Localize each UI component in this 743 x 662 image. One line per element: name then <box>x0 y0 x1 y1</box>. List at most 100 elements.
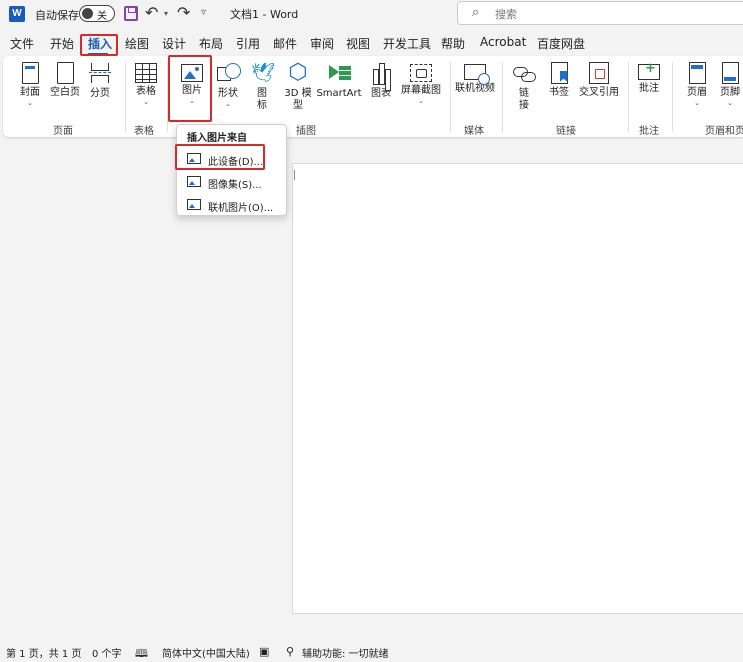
search-placeholder: 搜索 <box>495 8 517 21</box>
3d-models-button[interactable]: ⬡ 3D 模 型 <box>283 61 313 112</box>
title-bar: W 自动保存 关 ↶ ▾ ↷ ▿ 文档1 - Word ⌕ 搜索 <box>0 0 743 28</box>
language-indicator[interactable]: 简体中文(中国大陆) <box>162 645 250 660</box>
chevron-down-icon: ⌄ <box>694 99 700 107</box>
header-icon <box>688 62 706 84</box>
cover-page-button[interactable]: 封面 ⌄ <box>13 61 47 108</box>
screenshot-label: 屏幕截图 <box>401 85 441 96</box>
page-break-icon <box>89 61 111 85</box>
comments-group-label: 批注 <box>639 126 659 137</box>
comment-button[interactable]: 批注 <box>635 61 663 95</box>
blank-page-button[interactable]: 空白页 <box>47 61 83 99</box>
active-tab-indicator <box>88 53 108 55</box>
tab-view[interactable]: 视图 <box>346 35 370 52</box>
search-input[interactable]: ⌕ 搜索 <box>457 1 743 25</box>
page-break-button[interactable]: 分页 <box>85 61 115 100</box>
header-button[interactable]: 页眉 ⌄ <box>683 61 711 108</box>
smartart-label: SmartArt <box>316 88 362 99</box>
menu-item-this-device[interactable]: 此设备(D)... <box>179 149 285 169</box>
table-label: 表格 <box>136 86 156 97</box>
link-label-top: 链 <box>519 88 529 99</box>
pictures-button[interactable]: 图片 ⌄ <box>177 61 207 106</box>
menu-item-online-pictures[interactable]: 联机图片(O)... <box>179 195 285 215</box>
comment-label: 批注 <box>639 83 659 94</box>
shapes-button[interactable]: 形状 ⌄ <box>213 61 243 109</box>
tab-mailings[interactable]: 邮件 <box>273 35 297 52</box>
redo-icon[interactable]: ↷ <box>177 3 190 22</box>
group-divider <box>450 62 451 132</box>
menu-item-label: 此设备(D)... <box>208 157 264 168</box>
customize-qat-icon[interactable]: ▿ <box>201 7 206 18</box>
undo-icon[interactable]: ↶ <box>145 3 158 22</box>
cross-reference-icon <box>589 62 609 84</box>
autosave-label: 自动保存 <box>35 9 79 22</box>
tab-file[interactable]: 文件 <box>10 35 34 52</box>
cover-page-icon <box>21 62 39 84</box>
page-count[interactable]: 第 1 页，共 1 页 <box>6 645 81 660</box>
cube-icon: ⬡ <box>288 60 308 85</box>
bookmark-button[interactable]: 书签 <box>545 61 573 99</box>
picture-icon <box>187 176 201 187</box>
shapes-label: 形状 <box>218 88 238 99</box>
tab-insert[interactable]: 插入 <box>88 35 112 52</box>
page-break-label: 分页 <box>90 88 110 99</box>
chart-button[interactable]: 图表 <box>367 61 395 100</box>
header-label: 页眉 <box>687 87 707 98</box>
picture-icon <box>181 64 203 82</box>
pages-group-label: 页面 <box>53 126 73 137</box>
screenshot-icon <box>410 64 432 82</box>
link-button[interactable]: 链 接 <box>511 61 537 112</box>
menu-item-label: 图像集(S)... <box>208 180 262 191</box>
tab-draw[interactable]: 绘图 <box>125 35 149 52</box>
3d-models-label-top: 3D 模 <box>284 88 312 99</box>
autosave-toggle[interactable]: 关 <box>79 5 115 22</box>
text-predictions-icon[interactable]: ▣ <box>259 645 269 658</box>
ribbon-tabs: 文件 开始 插入 绘图 设计 布局 引用 邮件 审阅 视图 开发工具 帮助 Ac… <box>0 30 743 55</box>
menu-item-label: 联机图片(O)... <box>208 203 274 214</box>
tab-baidu-netdisk[interactable]: 百度网盘 <box>537 35 585 52</box>
tab-developer[interactable]: 开发工具 <box>383 35 431 52</box>
icons-label-bottom: 标 <box>257 100 267 111</box>
tab-references[interactable]: 引用 <box>236 35 260 52</box>
search-icon: ⌕ <box>472 5 480 20</box>
tab-acrobat[interactable]: Acrobat <box>480 35 526 49</box>
tab-home[interactable]: 开始 <box>50 35 74 52</box>
ribbon: 封面 ⌄ 空白页 分页 页面 表格 ⌄ 表格 图片 ⌄ 形状 ⌄ 🕊 图 标 ⬡… <box>3 56 743 137</box>
online-video-button[interactable]: 联机视频 <box>453 61 497 95</box>
autosave-state: 关 <box>97 11 107 22</box>
undo-dropdown-icon[interactable]: ▾ <box>164 9 168 18</box>
screenshot-button[interactable]: 屏幕截图 ⌄ <box>397 61 445 106</box>
accessibility-icon[interactable]: ⚲ <box>286 645 294 658</box>
table-button[interactable]: 表格 ⌄ <box>131 61 161 107</box>
tab-design[interactable]: 设计 <box>162 35 186 52</box>
menu-item-stock-images[interactable]: 图像集(S)... <box>179 172 285 192</box>
accessibility-status[interactable]: 辅助功能: 一切就绪 <box>302 645 389 660</box>
blank-page-icon <box>56 62 74 84</box>
document-page[interactable] <box>292 163 743 614</box>
shapes-icon <box>217 61 241 85</box>
smartart-button[interactable]: SmartArt <box>316 61 362 100</box>
text-cursor <box>294 170 295 180</box>
link-label-bottom: 接 <box>519 100 529 111</box>
table-icon <box>135 63 157 83</box>
save-icon[interactable] <box>124 6 138 21</box>
word-count[interactable]: 0 个字 <box>92 645 122 660</box>
chart-icon <box>370 61 392 85</box>
online-video-icon <box>464 64 490 85</box>
comment-icon <box>638 63 660 80</box>
cross-reference-button[interactable]: 交叉引用 <box>577 61 621 99</box>
illustrations-group-label: 插图 <box>296 126 316 137</box>
document-title: 文档1 - Word <box>230 8 299 21</box>
globe-picture-icon <box>187 199 201 210</box>
chevron-down-icon: ⌄ <box>143 98 149 106</box>
tab-layout[interactable]: 布局 <box>199 35 223 52</box>
pictures-label: 图片 <box>182 85 202 96</box>
footer-button[interactable]: 页脚 ⌄ <box>716 61 743 108</box>
tab-review[interactable]: 审阅 <box>310 35 334 52</box>
online-video-label: 联机视频 <box>455 83 495 94</box>
group-divider <box>125 62 126 132</box>
tab-help[interactable]: 帮助 <box>441 35 465 52</box>
footer-label: 页脚 <box>720 87 740 98</box>
proofing-book-icon[interactable]: 🕮 <box>135 645 148 662</box>
chevron-down-icon: ⌄ <box>189 97 195 105</box>
icons-button[interactable]: 🕊 图 标 <box>249 61 275 112</box>
